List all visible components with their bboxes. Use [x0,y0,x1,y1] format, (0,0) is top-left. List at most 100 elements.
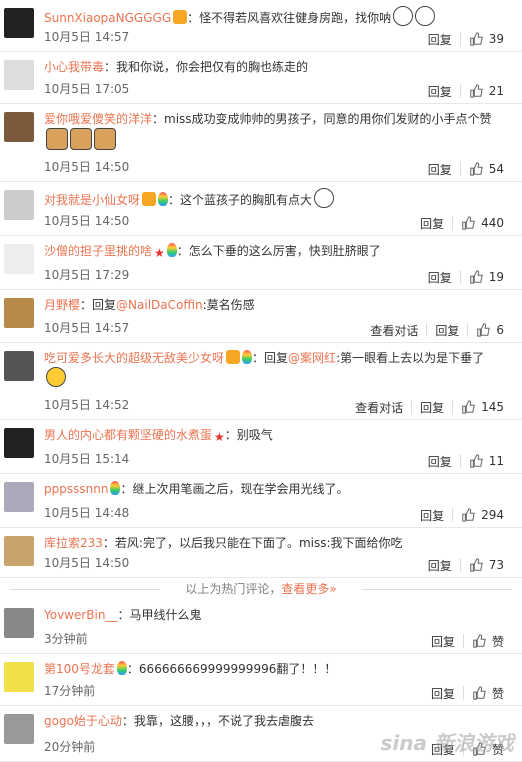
view-more-link[interactable]: 查看更多» [281,582,336,596]
reply-button[interactable]: 回复 [426,323,467,338]
reply-button[interactable]: 回复 [420,84,460,99]
balloon-badge-icon [116,661,127,675]
view-conversation-button[interactable]: 查看对话 [362,323,426,338]
avatar[interactable] [4,482,34,512]
username-link[interactable]: YovwerBin__ [44,608,117,622]
avatar[interactable] [4,662,34,692]
view-conversation-button[interactable]: 查看对话 [347,400,411,415]
username-link[interactable]: 对我就是小仙女呀 [44,193,140,207]
thumbs-up-icon [469,32,483,46]
mention-link[interactable]: @案网红 [288,351,336,365]
comment-text: 我靠，这腰，，，不说了我去虐腹去 [133,714,314,728]
comment-body: 男人的内心都有颗坚硬的水煮蛋 ★：别吸气 [44,426,512,444]
username-link[interactable]: 月野樱 [44,298,80,312]
face-emoji-icon [393,6,414,26]
vip-badge-icon [226,350,241,364]
comment-body: pppsssnnn ：继上次用笔画之后，现在学会用光线了。 [44,480,512,498]
dog-emoji-icon [70,128,92,150]
comment-text: miss成功变成帅帅的男孩子，同意的用你们发财的小手点个赞 [164,112,492,126]
avatar[interactable] [4,190,34,220]
timestamp: 10月5日 15:14 [44,452,130,466]
avatar[interactable] [4,536,34,566]
separator: ： [102,536,115,550]
separator: ： [252,351,265,365]
like-button[interactable]: 73 [459,558,512,572]
comment-text: 若风:完了，以后我只能在下面了。miss:我下面给你吃 [114,536,403,550]
avatar[interactable] [4,714,34,744]
avatar[interactable] [4,351,34,381]
avatar[interactable] [4,112,34,142]
like-button[interactable]: 145 [452,400,512,414]
comment-actions: 回复 赞 [423,634,512,649]
reply-button[interactable]: 回复 [411,400,452,415]
like-button[interactable]: 19 [459,270,512,284]
avatar[interactable] [4,608,34,638]
watermark-logo: sina 新浪游戏 [380,731,514,755]
like-button[interactable]: 440 [452,216,512,230]
thumbs-up-icon [472,634,486,648]
reply-button[interactable]: 回复 [420,454,460,469]
comment-text: 回复 [264,351,289,365]
thumbs-up-icon [472,686,486,700]
comment-item: SunnXiaopaNGGGGG ：怪不得若风喜欢往健身房跑，找你呐 10月5日 1… [0,0,522,52]
username-link[interactable]: pppsssnnn [44,482,108,496]
username-link[interactable]: 沙僧的担子里挑的啥 [44,244,152,258]
like-button[interactable]: 39 [459,32,512,46]
reply-button[interactable]: 回复 [412,216,452,231]
balloon-badge-icon [242,350,253,364]
like-count: 11 [488,454,504,468]
comment-item: 对我就是小仙女呀 ：这个蓝孩子的胸肌有点大 10月5日 14:50 回复 440 [0,182,522,236]
like-button[interactable]: 21 [459,84,512,98]
username-link[interactable]: 爱你哦爱傻笑的洋洋 [44,112,152,126]
comment-text: 666666669999999996翻了！！！ [138,662,337,676]
username-link[interactable]: 第100号龙套 [44,662,115,676]
separator: ： [126,662,139,676]
balloon-badge-icon [166,243,177,257]
username-link[interactable]: 吃可爱多长大的超级无敌美少女呀 [44,351,224,365]
mention-link[interactable]: @NailDaCoffin [116,298,203,312]
reply-button[interactable]: 回复 [423,686,463,701]
like-count: 21 [488,84,504,98]
like-button[interactable]: 6 [467,323,512,337]
timestamp: 10月5日 14:50 [44,556,130,570]
comment-text: 怎么下垂的这么厉害，快到肚脐眼了 [188,244,381,258]
timestamp: 20分钟前 [44,740,96,754]
like-button[interactable]: 赞 [462,634,512,649]
reply-button[interactable]: 回复 [420,162,460,177]
like-count: 440 [481,216,504,230]
reply-button[interactable]: 回复 [412,508,452,523]
comment-actions: 回复 21 [420,84,512,99]
thumbs-up-icon [469,84,483,98]
username-link[interactable]: SunnXiaopaNGGGGG [44,11,171,25]
timestamp: 10月5日 14:48 [44,506,130,520]
comment-text: 别吸气 [236,428,273,442]
like-button[interactable]: 赞 [462,686,512,701]
like-count: 赞 [491,634,504,649]
avatar[interactable] [4,8,34,38]
comment-actions: 回复 440 [412,216,512,231]
avatar[interactable] [4,60,34,90]
separator: ： [224,428,237,442]
username-link[interactable]: gogo始于心动 [44,714,122,728]
comment-body: YovwerBin__：马甲线什么鬼 [44,606,512,624]
like-button[interactable]: 11 [459,454,512,468]
face-emoji-icon [415,6,436,26]
avatar[interactable] [4,298,34,328]
reply-button[interactable]: 回复 [420,558,460,573]
avatar[interactable] [4,428,34,458]
username-link[interactable]: 库拉索233 [44,536,103,550]
comment-text-continued: :莫名伤感 [202,298,255,312]
comment-body: 沙僧的担子里挑的啥 ★ ：怎么下垂的这么厉害，快到肚脐眼了 [44,242,512,260]
comment-actions: 回复 54 [420,162,512,177]
username-link[interactable]: 男人的内心都有颗坚硬的水煮蛋 [44,428,212,442]
reply-button[interactable]: 回复 [423,634,463,649]
like-button[interactable]: 54 [459,162,512,176]
timestamp: 10月5日 17:29 [44,268,130,282]
comment-actions: 回复 39 [420,32,512,47]
avatar[interactable] [4,244,34,274]
like-button[interactable]: 294 [452,508,512,522]
reply-button[interactable]: 回复 [420,32,460,47]
reply-button[interactable]: 回复 [420,270,460,285]
username-link[interactable]: 小心我带毒 [44,60,104,74]
emoji-group [391,6,436,26]
